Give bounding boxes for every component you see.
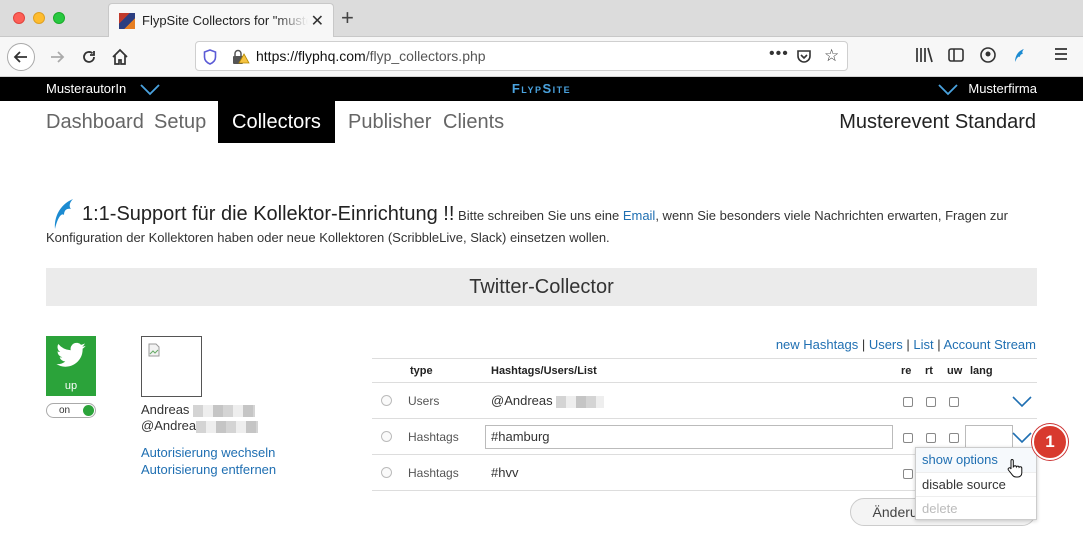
step-number-badge: 1 <box>1032 424 1068 460</box>
table-header: type Hashtags/Users/List re rt uw lang <box>372 358 1037 382</box>
nav-dashboard[interactable]: Dashboard <box>46 111 144 134</box>
uw-checkbox[interactable] <box>949 433 959 443</box>
lang-input[interactable] <box>965 425 1013 449</box>
url-text: https://flyphq.com/flyp_collectors.php <box>256 48 486 64</box>
col-uw: uw <box>947 365 963 377</box>
avatar <box>141 336 202 397</box>
maximize-window-button[interactable] <box>53 12 65 24</box>
separator: | <box>858 337 869 352</box>
redacted-block <box>556 395 605 408</box>
collector-toggle[interactable]: on <box>46 403 96 418</box>
row-select-radio[interactable] <box>381 395 392 406</box>
email-link[interactable]: Email <box>623 208 656 223</box>
row-term: @Andreas <box>491 393 605 408</box>
account-handle: @Andrea <box>141 418 197 433</box>
hand-pointer-cursor-icon <box>1007 458 1023 483</box>
add-source-links: new Hashtags | Users | List | Account St… <box>776 337 1036 352</box>
remove-authorization-link[interactable]: Autorisierung entfernen <box>141 462 276 477</box>
home-icon[interactable] <box>106 43 134 71</box>
chevron-down-icon[interactable] <box>1012 395 1032 413</box>
row-term: #hvv <box>491 465 519 480</box>
twitter-bird-icon <box>55 342 87 375</box>
support-headline: 1:1-Support für die Kollektor-Einrichtun… <box>82 203 455 225</box>
tracking-shield-icon[interactable] <box>203 49 217 70</box>
page-actions-icon[interactable]: ••• <box>769 45 789 63</box>
organization-menu[interactable]: Musterfirma <box>968 81 1037 96</box>
collector-status: up <box>64 380 78 392</box>
account-name: Andreas <box>141 402 190 417</box>
account-icon[interactable] <box>979 46 997 69</box>
nav-publisher[interactable]: Publisher <box>348 111 431 134</box>
toggle-label: on <box>59 405 71 416</box>
redacted-block <box>193 404 256 417</box>
re-checkbox[interactable] <box>903 469 913 479</box>
redacted-block <box>196 420 259 433</box>
broken-image-icon <box>148 343 160 362</box>
table-row: Users @Andreas <box>372 382 1037 418</box>
flyp-dolphin-extension-icon[interactable] <box>1011 46 1029 69</box>
brand-logo: FlypSite <box>511 81 572 96</box>
uw-checkbox[interactable] <box>949 397 959 407</box>
users-link[interactable]: Users <box>869 337 903 352</box>
col-type: type <box>410 365 433 377</box>
insecure-lock-icon[interactable] <box>232 49 250 70</box>
row-select-radio[interactable] <box>381 431 392 442</box>
site-favicon-icon <box>119 13 135 29</box>
nav-collectors[interactable]: Collectors <box>218 101 335 143</box>
toggle-knob <box>83 405 94 416</box>
sidebar-icon[interactable] <box>947 46 965 69</box>
forward-arrow-icon[interactable] <box>43 43 71 71</box>
back-arrow-icon[interactable] <box>7 43 35 71</box>
re-checkbox[interactable] <box>903 433 913 443</box>
support-line-2: Konfiguration der Kollektoren haben oder… <box>46 230 610 245</box>
app-top-bar: MusterautorIn FlypSite Musterfirma <box>0 77 1083 101</box>
browser-tab-bar: FlypSite Collectors for "musterf ✕ + <box>0 0 1083 37</box>
account-info: Andreas @Andrea <box>141 402 259 434</box>
row-select-radio[interactable] <box>381 467 392 478</box>
row-type: Users <box>408 394 440 408</box>
switch-authorization-link[interactable]: Autorisierung wechseln <box>141 445 275 460</box>
col-lang: lang <box>970 365 993 377</box>
col-rt: rt <box>925 365 933 377</box>
event-title: Musterevent Standard <box>839 111 1036 133</box>
address-bar[interactable]: https://flyphq.com/flyp_collectors.php •… <box>195 41 848 71</box>
rt-checkbox[interactable] <box>926 397 936 407</box>
browser-tab[interactable]: FlypSite Collectors for "musterf ✕ <box>108 3 334 37</box>
hashtag-input[interactable]: #hamburg <box>485 425 893 449</box>
support-line-1: 1:1-Support für die Kollektor-Einrichtun… <box>82 204 1008 226</box>
browser-toolbar: https://flyphq.com/flyp_collectors.php •… <box>0 37 1083 77</box>
new-tab-icon[interactable]: + <box>341 5 354 31</box>
chevron-down-icon[interactable] <box>938 83 958 101</box>
reload-icon[interactable] <box>75 43 103 71</box>
separator: | <box>933 337 944 352</box>
rt-checkbox[interactable] <box>926 433 936 443</box>
col-terms: Hashtags/Users/List <box>491 365 597 377</box>
new-hashtags-link[interactable]: new Hashtags <box>776 337 858 352</box>
nav-clients[interactable]: Clients <box>443 111 504 134</box>
twitter-logo: up <box>46 336 96 396</box>
re-checkbox[interactable] <box>903 397 913 407</box>
close-tab-icon[interactable]: ✕ <box>311 11 324 31</box>
pocket-icon[interactable] <box>796 48 812 69</box>
row-type: Hashtags <box>408 430 459 444</box>
list-link[interactable]: List <box>913 337 933 352</box>
minimize-window-button[interactable] <box>33 12 45 24</box>
tab-title: FlypSite Collectors for "musterf <box>142 13 308 28</box>
close-window-button[interactable] <box>13 12 25 24</box>
library-icon[interactable] <box>915 46 933 69</box>
bookmark-star-icon[interactable]: ☆ <box>824 46 839 66</box>
separator: | <box>902 337 914 352</box>
delete-item[interactable]: delete <box>916 496 1036 520</box>
hamburger-menu-icon[interactable] <box>1053 46 1069 67</box>
row-type: Hashtags <box>408 466 459 480</box>
nav-setup[interactable]: Setup <box>154 111 206 134</box>
account-stream-link[interactable]: Account Stream <box>944 337 1037 352</box>
support-text: Bitte schreiben Sie uns eine <box>454 208 623 223</box>
support-text: , wenn Sie besonders viele Nachrichten e… <box>655 208 1008 223</box>
section-title: Twitter-Collector <box>46 268 1037 306</box>
col-re: re <box>901 365 912 377</box>
